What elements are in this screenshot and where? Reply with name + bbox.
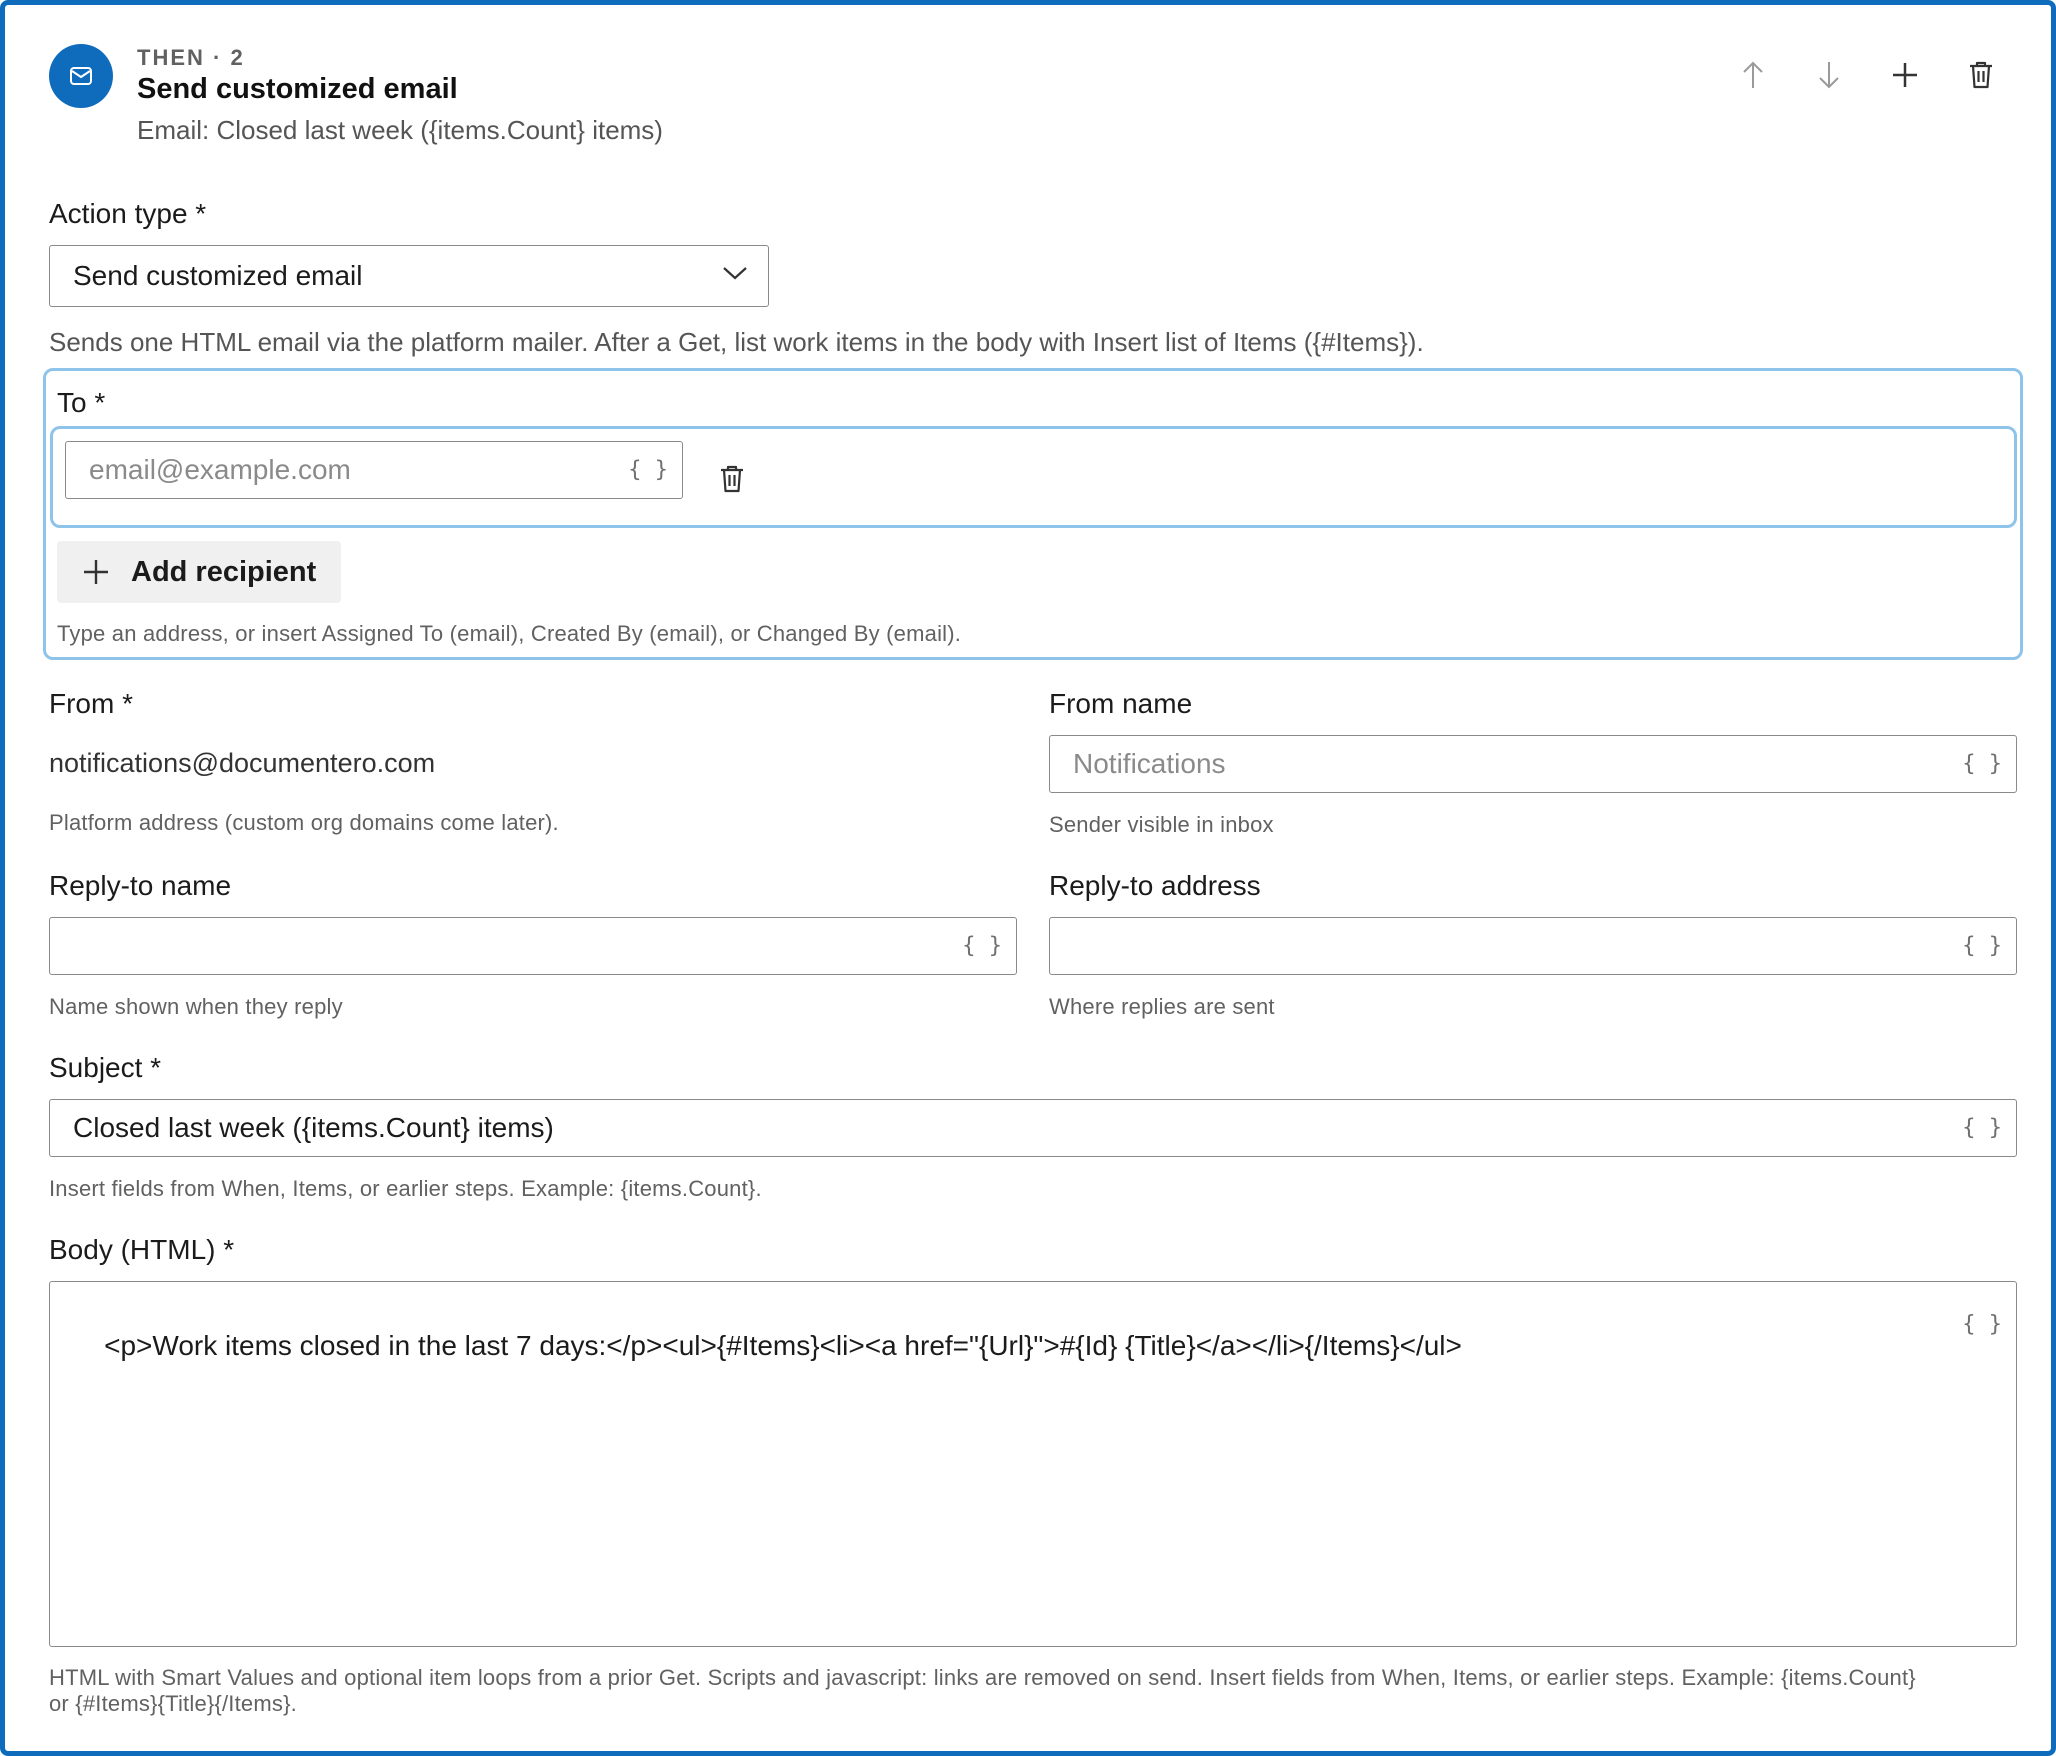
insert-field-button[interactable]: { }	[1962, 1116, 2002, 1141]
plus-icon	[84, 560, 108, 584]
reply-to-name-input[interactable]: { }	[49, 917, 1017, 975]
recipient-email-input[interactable]: email@example.com { }	[65, 441, 683, 499]
chevron-down-icon	[723, 267, 747, 280]
recipient-email-placeholder: email@example.com	[89, 454, 351, 485]
reply-to-address-help: Where replies are sent	[1049, 994, 1275, 1019]
action-type-select[interactable]: Send customized email	[49, 245, 769, 307]
add-step-button[interactable]	[1887, 55, 1923, 95]
add-recipient-button[interactable]: Add recipient	[57, 541, 341, 603]
delete-step-button[interactable]	[1963, 55, 1999, 95]
action-type-label: Action type *	[49, 198, 207, 229]
remove-recipient-button[interactable]	[714, 459, 750, 499]
reply-to-name-label: Reply-to name	[49, 870, 232, 901]
subject-input[interactable]: Closed last week ({items.Count} items) {…	[49, 1099, 2017, 1157]
insert-field-button[interactable]: { }	[962, 934, 1002, 959]
arrow-down-icon	[1819, 62, 1839, 89]
body-html-textarea[interactable]: <p>Work items closed in the last 7 days:…	[49, 1281, 2017, 1647]
from-value: notifications@documentero.com	[49, 748, 436, 778]
plus-icon	[1893, 63, 1917, 87]
action-type-description: Sends one HTML email via the platform ma…	[49, 327, 1424, 357]
trash-icon	[721, 465, 743, 493]
subject-value: Closed last week ({items.Count} items)	[73, 1112, 554, 1143]
from-name-label: From name	[1049, 688, 1193, 719]
insert-field-button[interactable]: { }	[1962, 934, 2002, 959]
body-help-line2: or {#Items}{Title}{/Items}.	[49, 1691, 297, 1716]
action-type-value: Send customized email	[73, 260, 363, 291]
to-help: Type an address, or insert Assigned To (…	[57, 621, 962, 646]
subject-label: Subject *	[49, 1052, 162, 1083]
insert-field-button[interactable]: { }	[628, 458, 668, 483]
arrow-up-icon	[1743, 61, 1763, 88]
body-label: Body (HTML) *	[49, 1234, 235, 1265]
action-step-card: THEN · 2 Send customized email Email: Cl…	[0, 0, 2056, 1756]
trash-icon	[1970, 61, 1992, 89]
step-title: Send customized email	[137, 73, 458, 105]
step-eyebrow: THEN · 2	[137, 45, 245, 70]
move-up-button[interactable]	[1735, 55, 1771, 95]
from-name-placeholder: Notifications	[1073, 748, 1226, 779]
reply-to-address-input[interactable]: { }	[1049, 917, 2017, 975]
body-help-line1: HTML with Smart Values and optional item…	[49, 1665, 1916, 1690]
step-actions	[1735, 55, 1999, 95]
add-recipient-label: Add recipient	[131, 555, 317, 588]
insert-field-button[interactable]: { }	[1962, 752, 2002, 777]
reply-to-name-help: Name shown when they reply	[49, 994, 343, 1019]
reply-to-address-label: Reply-to address	[1049, 870, 1261, 901]
from-help: Platform address (custom org domains com…	[49, 810, 559, 835]
subject-help: Insert fields from When, Items, or earli…	[49, 1176, 762, 1201]
from-label: From *	[49, 688, 133, 719]
insert-field-button[interactable]: { }	[1962, 1312, 2002, 1337]
from-name-input[interactable]: Notifications { }	[1049, 735, 2017, 793]
body-html-value: <p>Work items closed in the last 7 days:…	[104, 1330, 1462, 1361]
move-down-button[interactable]	[1811, 55, 1847, 95]
step-subtitle: Email: Closed last week ({items.Count} i…	[137, 115, 663, 145]
mail-icon	[49, 44, 113, 108]
to-label: To *	[57, 387, 106, 418]
from-name-help: Sender visible in inbox	[1049, 812, 1274, 837]
